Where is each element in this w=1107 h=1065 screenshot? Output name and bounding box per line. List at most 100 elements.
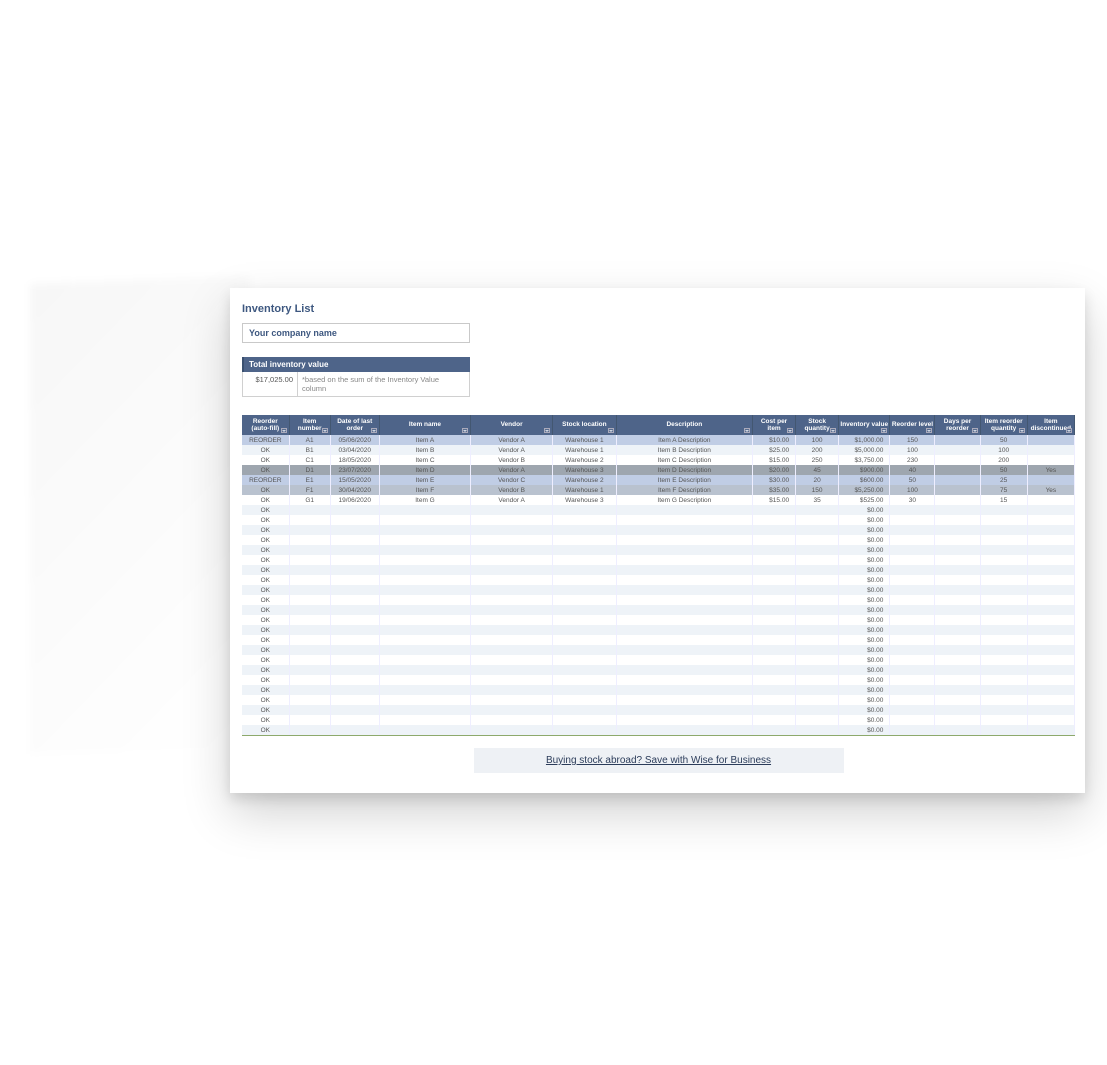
cell-discontinued[interactable]: Yes	[1027, 485, 1074, 495]
cell-name[interactable]	[379, 595, 470, 605]
cell-cost[interactable]: $15.00	[753, 455, 796, 465]
cell-discontinued[interactable]: Yes	[1027, 465, 1074, 475]
filter-icon[interactable]	[281, 428, 287, 433]
cell-reorder-qty[interactable]	[980, 655, 1027, 665]
cell-days[interactable]	[935, 505, 980, 515]
cell-location[interactable]	[553, 725, 617, 736]
cell-item-number[interactable]	[289, 605, 330, 615]
cell-item-number[interactable]	[289, 545, 330, 555]
table-row[interactable]: OK$0.00	[242, 685, 1075, 695]
cell-date[interactable]	[330, 585, 379, 595]
cell-cost[interactable]	[753, 535, 796, 545]
cell-reorder-status[interactable]: OK	[242, 665, 289, 675]
table-row[interactable]: OK$0.00	[242, 635, 1075, 645]
cell-discontinued[interactable]	[1027, 475, 1074, 485]
cell-qty[interactable]	[796, 605, 839, 615]
cell-date[interactable]	[330, 505, 379, 515]
cell-vendor[interactable]: Vendor C	[471, 475, 553, 485]
cell-qty[interactable]: 45	[796, 465, 839, 475]
table-row[interactable]: REORDERA105/06/2020Item AVendor AWarehou…	[242, 435, 1075, 445]
col-header-item-number[interactable]: Item number	[289, 415, 330, 435]
cell-reorder-status[interactable]: OK	[242, 695, 289, 705]
cell-level[interactable]: 30	[890, 495, 935, 505]
cell-qty[interactable]	[796, 555, 839, 565]
cell-date[interactable]	[330, 565, 379, 575]
inventory-table[interactable]: Reorder (auto-fill) Item number Date of …	[242, 415, 1075, 736]
cell-description[interactable]	[616, 615, 752, 625]
col-header-discontinued[interactable]: Item discontinued	[1027, 415, 1074, 435]
cell-date[interactable]	[330, 685, 379, 695]
cell-cost[interactable]	[753, 585, 796, 595]
cell-cost[interactable]: $10.00	[753, 435, 796, 445]
cell-reorder-qty[interactable]	[980, 615, 1027, 625]
cell-cost[interactable]	[753, 715, 796, 725]
cell-item-number[interactable]	[289, 715, 330, 725]
cell-discontinued[interactable]	[1027, 685, 1074, 695]
cell-reorder-qty[interactable]	[980, 555, 1027, 565]
cell-location[interactable]	[553, 595, 617, 605]
cell-name[interactable]	[379, 575, 470, 585]
table-row[interactable]: OK$0.00	[242, 525, 1075, 535]
cell-name[interactable]: Item G	[379, 495, 470, 505]
cell-reorder-status[interactable]: OK	[242, 625, 289, 635]
cell-vendor[interactable]	[471, 615, 553, 625]
filter-icon[interactable]	[787, 428, 793, 433]
filter-icon[interactable]	[322, 428, 328, 433]
cell-value[interactable]: $0.00	[839, 625, 890, 635]
cell-description[interactable]	[616, 655, 752, 665]
col-header-value[interactable]: Inventory value	[839, 415, 890, 435]
cell-cost[interactable]	[753, 655, 796, 665]
cell-name[interactable]	[379, 525, 470, 535]
cell-item-number[interactable]: G1	[289, 495, 330, 505]
cell-discontinued[interactable]	[1027, 695, 1074, 705]
table-row[interactable]: OK$0.00	[242, 545, 1075, 555]
cell-vendor[interactable]	[471, 625, 553, 635]
cell-item-number[interactable]	[289, 695, 330, 705]
cell-level[interactable]	[890, 675, 935, 685]
cell-value[interactable]: $0.00	[839, 505, 890, 515]
cell-qty[interactable]	[796, 565, 839, 575]
cell-cost[interactable]	[753, 565, 796, 575]
cell-date[interactable]	[330, 705, 379, 715]
cell-location[interactable]	[553, 505, 617, 515]
cell-name[interactable]	[379, 565, 470, 575]
cell-days[interactable]	[935, 595, 980, 605]
cell-date[interactable]	[330, 615, 379, 625]
cell-days[interactable]	[935, 475, 980, 485]
cell-vendor[interactable]	[471, 505, 553, 515]
cell-cost[interactable]: $25.00	[753, 445, 796, 455]
cell-days[interactable]	[935, 545, 980, 555]
cell-reorder-qty[interactable]	[980, 635, 1027, 645]
cell-name[interactable]: Item E	[379, 475, 470, 485]
cell-description[interactable]: Item A Description	[616, 435, 752, 445]
cell-cost[interactable]	[753, 515, 796, 525]
cell-vendor[interactable]	[471, 515, 553, 525]
cell-value[interactable]: $0.00	[839, 615, 890, 625]
cell-date[interactable]: 19/06/2020	[330, 495, 379, 505]
cell-qty[interactable]	[796, 655, 839, 665]
cell-item-number[interactable]	[289, 505, 330, 515]
cell-cost[interactable]	[753, 685, 796, 695]
cell-reorder-qty[interactable]: 50	[980, 435, 1027, 445]
cell-location[interactable]	[553, 695, 617, 705]
cell-item-number[interactable]	[289, 565, 330, 575]
cell-date[interactable]	[330, 595, 379, 605]
cell-days[interactable]	[935, 495, 980, 505]
cell-reorder-qty[interactable]: 50	[980, 465, 1027, 475]
cell-cost[interactable]	[753, 625, 796, 635]
cell-vendor[interactable]	[471, 675, 553, 685]
cell-days[interactable]	[935, 725, 980, 736]
cell-reorder-status[interactable]: OK	[242, 565, 289, 575]
cell-days[interactable]	[935, 715, 980, 725]
cell-discontinued[interactable]	[1027, 555, 1074, 565]
cell-days[interactable]	[935, 655, 980, 665]
cell-cost[interactable]	[753, 645, 796, 655]
cell-vendor[interactable]	[471, 555, 553, 565]
cell-value[interactable]: $0.00	[839, 535, 890, 545]
cell-cost[interactable]: $30.00	[753, 475, 796, 485]
cell-item-number[interactable]	[289, 585, 330, 595]
cell-reorder-qty[interactable]	[980, 685, 1027, 695]
cell-discontinued[interactable]	[1027, 595, 1074, 605]
cell-discontinued[interactable]	[1027, 445, 1074, 455]
cell-vendor[interactable]: Vendor B	[471, 485, 553, 495]
